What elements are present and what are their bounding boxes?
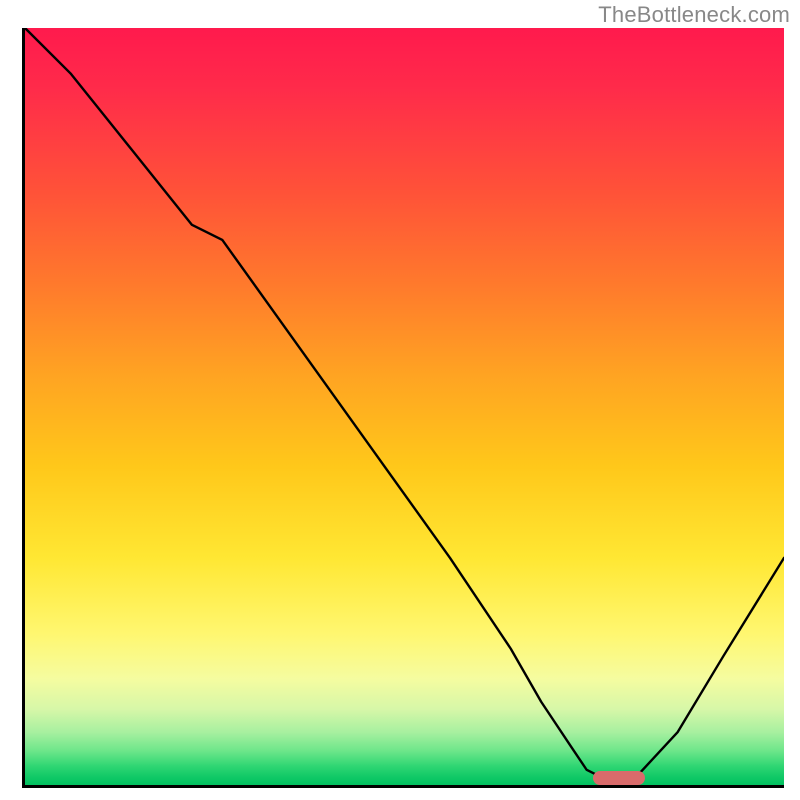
chart-container: TheBottleneck.com xyxy=(0,0,800,800)
watermark-text: TheBottleneck.com xyxy=(598,2,790,28)
plot-area xyxy=(22,28,784,788)
bottleneck-curve xyxy=(25,28,784,785)
curve-path xyxy=(25,28,784,781)
minimum-marker xyxy=(593,771,645,785)
